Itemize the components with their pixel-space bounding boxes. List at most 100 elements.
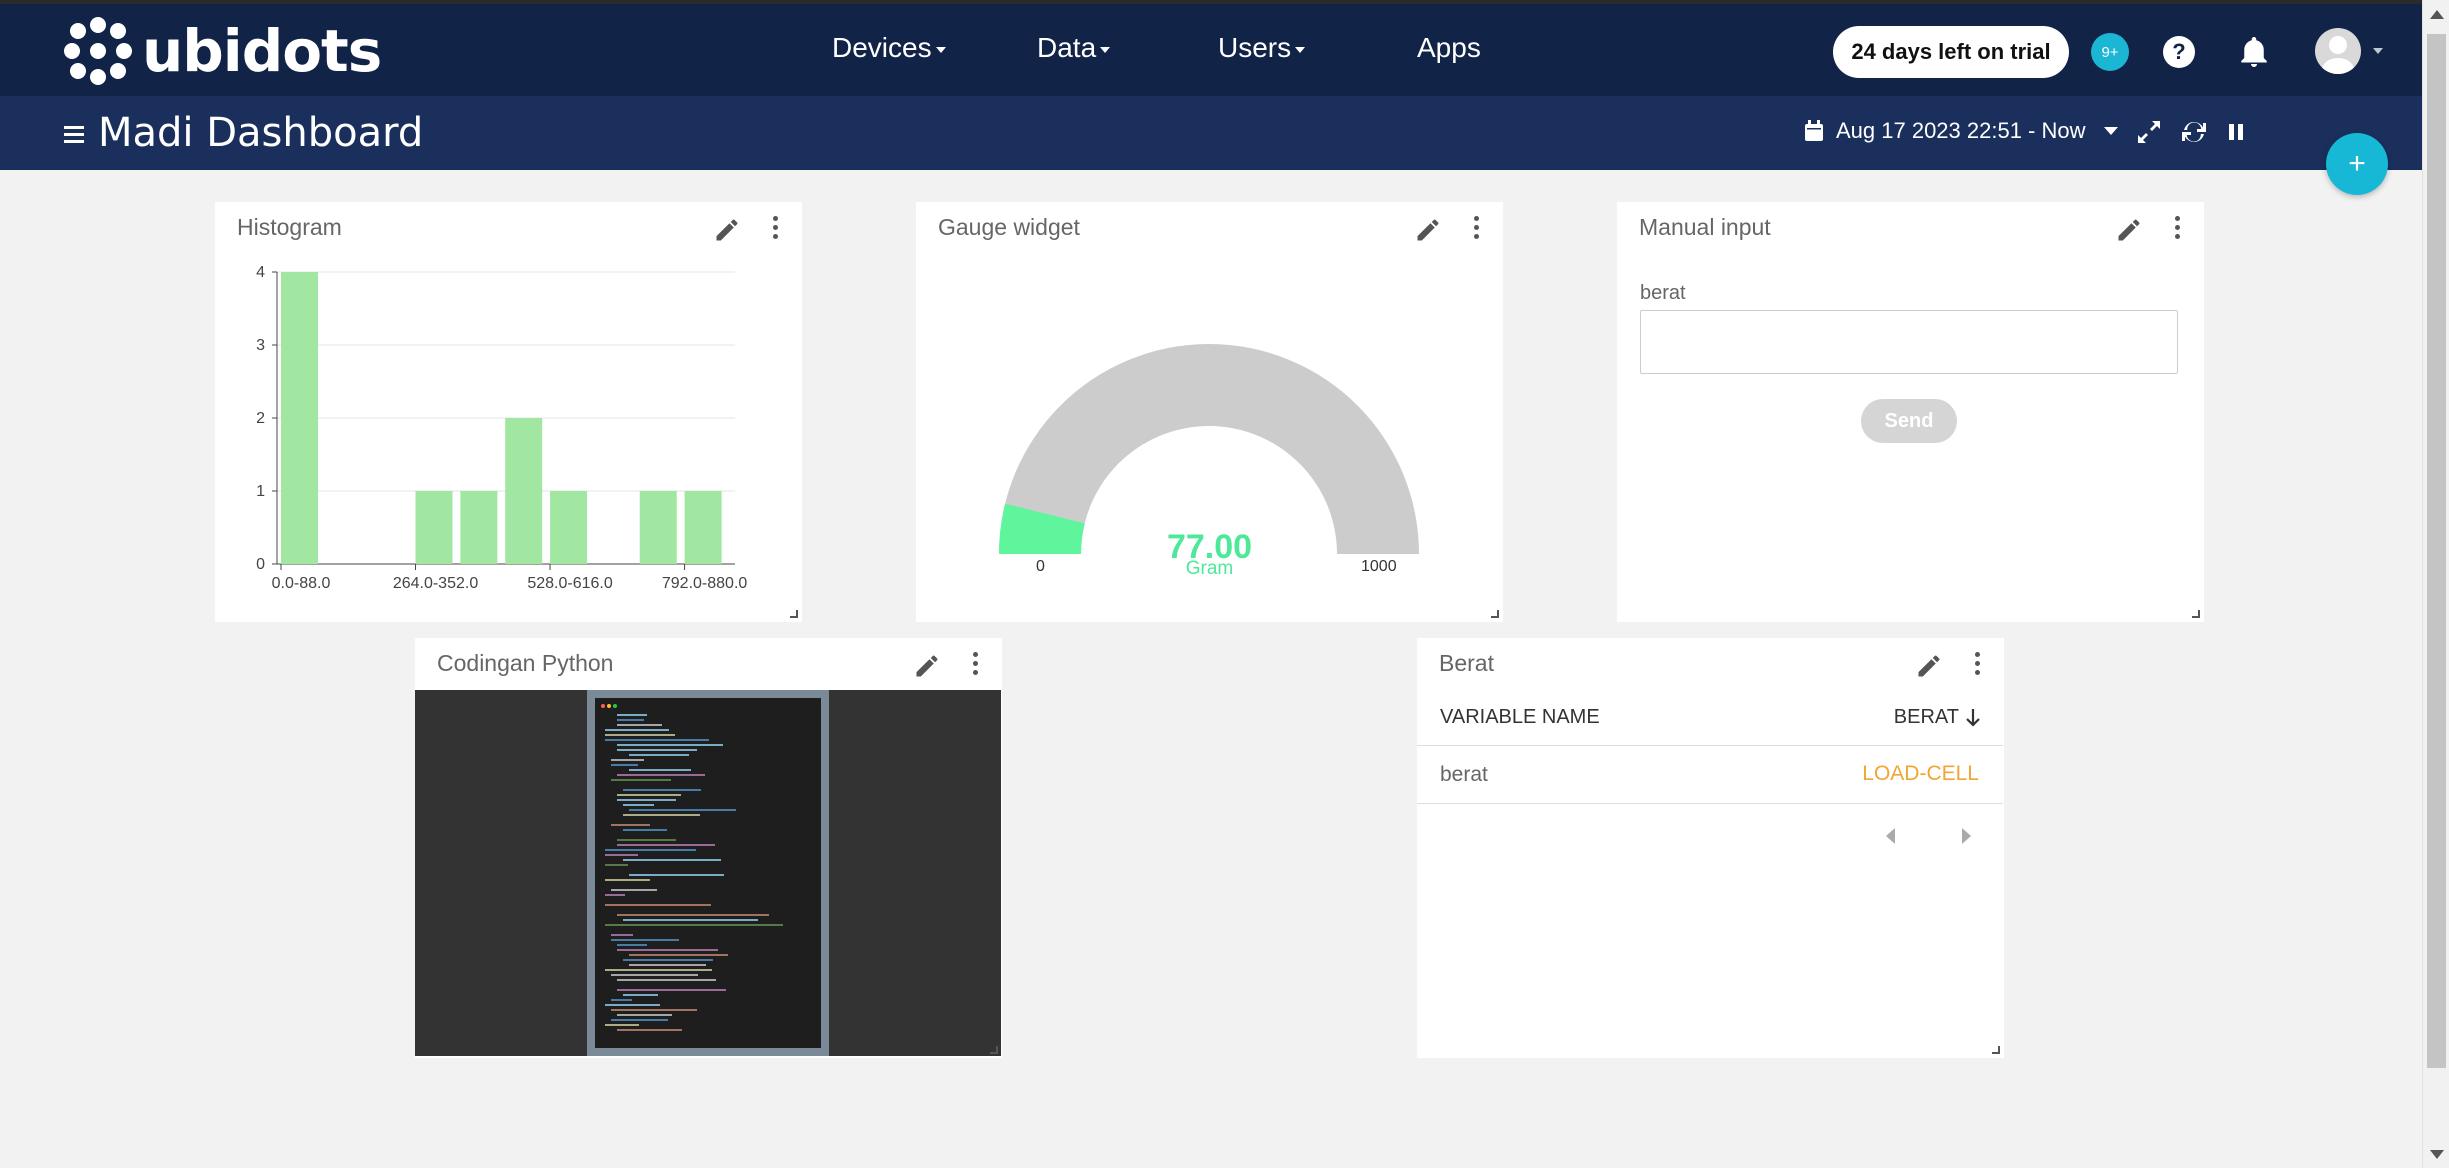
user-avatar[interactable] — [2315, 28, 2361, 74]
code-line — [617, 839, 676, 841]
nav-apps[interactable]: Apps — [1417, 32, 1481, 64]
column-header-variable-name[interactable]: VARIABLE NAME — [1440, 706, 1600, 729]
code-line — [629, 874, 724, 876]
more-vertical-icon[interactable] — [970, 652, 980, 680]
brand-name: ubidots — [142, 17, 382, 85]
pencil-icon[interactable] — [2115, 216, 2143, 244]
histogram-bar[interactable] — [550, 491, 588, 564]
next-page-icon[interactable] — [1962, 828, 1971, 844]
code-line — [611, 934, 633, 936]
dashboard-title[interactable]: Madi Dashboard — [98, 110, 423, 156]
histogram-bar[interactable] — [684, 491, 722, 564]
more-vertical-icon[interactable] — [2172, 216, 2182, 244]
chevron-down-icon[interactable] — [2373, 48, 2383, 54]
pencil-icon[interactable] — [1915, 652, 1943, 680]
resize-handle[interactable] — [2192, 610, 2200, 618]
histogram-bar[interactable] — [281, 272, 318, 564]
code-line — [605, 1024, 639, 1026]
code-line — [611, 764, 638, 766]
histogram-bar[interactable] — [460, 491, 498, 564]
code-line — [605, 924, 783, 926]
code-line — [617, 1029, 682, 1031]
send-button[interactable]: Send — [1861, 399, 1957, 443]
caret-down-icon — [2103, 127, 2118, 135]
column-header-berat[interactable]: BERAT — [1894, 706, 1981, 729]
input-label: berat — [1640, 282, 1686, 304]
code-line — [623, 789, 701, 791]
code-line — [623, 959, 713, 961]
row-variable-name: berat — [1440, 763, 1488, 786]
resize-handle[interactable] — [990, 1046, 998, 1054]
previous-page-icon[interactable] — [1886, 828, 1895, 844]
row-value-link[interactable]: LOAD-CELL — [1862, 762, 1979, 786]
table-header: VARIABLE NAME BERAT — [1417, 690, 2003, 746]
nav-data[interactable]: Data — [1037, 32, 1111, 64]
pencil-icon[interactable] — [913, 652, 941, 680]
histogram-chart: 0 1 2 3 4 0.0-88.0 264.0-352.0 528.0-616.0 792.0… — [256, 264, 747, 592]
code-line — [617, 979, 716, 981]
code-line — [617, 844, 715, 846]
y-tick-label: 2 — [256, 410, 265, 427]
y-tick-label: 4 — [256, 264, 265, 281]
code-line — [611, 759, 644, 761]
code-line — [605, 904, 711, 906]
y-tick-label: 0 — [256, 556, 265, 573]
table-widget: Berat VARIABLE NAME BERAT berat LOAD-CEL… — [1417, 638, 2004, 1058]
histogram-bar[interactable] — [639, 491, 677, 564]
chevron-down-icon — [935, 47, 946, 53]
histogram-bar[interactable] — [505, 418, 543, 564]
manual-input-widget: Manual input berat Send — [1617, 202, 2204, 622]
chevron-down-icon — [1295, 47, 1306, 53]
code-line — [605, 729, 669, 731]
scrollbar-thumb[interactable] — [2427, 34, 2446, 1068]
hamburger-menu-icon[interactable] — [64, 126, 84, 144]
expand-icon[interactable] — [2135, 118, 2163, 146]
gauge-widget: Gauge widget 77.00 Gram 0 1000 — [916, 202, 1503, 622]
nav-apps-label: Apps — [1417, 32, 1481, 63]
nav-users[interactable]: Users — [1218, 32, 1306, 64]
x-tick-label: 528.0-616.0 — [527, 575, 613, 592]
scroll-up-arrow-icon[interactable] — [2430, 10, 2444, 19]
code-line — [611, 1019, 668, 1021]
nav-devices[interactable]: Devices — [832, 32, 946, 64]
resize-handle[interactable] — [1992, 1046, 2000, 1054]
date-range-picker[interactable]: Aug 17 2023 22:51 - Now — [1804, 118, 2118, 144]
widget-title: Codingan Python — [437, 650, 614, 676]
code-line — [623, 919, 758, 921]
code-line — [605, 1004, 660, 1006]
bell-icon[interactable] — [2236, 34, 2272, 70]
more-vertical-icon[interactable] — [1972, 652, 1982, 680]
dashboard-header-bar: Madi Dashboard Aug 17 2023 22:51 - Now — [0, 96, 2422, 170]
window-control-dot — [607, 704, 611, 708]
code-image-widget: Codingan Python — [415, 638, 1002, 1058]
notification-count-badge[interactable]: 9+ — [2091, 33, 2129, 71]
resize-handle[interactable] — [790, 610, 798, 618]
resize-handle[interactable] — [1491, 610, 1499, 618]
scroll-down-arrow-icon[interactable] — [2430, 1150, 2444, 1159]
code-line — [605, 969, 712, 971]
pause-icon[interactable] — [2222, 118, 2250, 146]
code-screenshot-image — [415, 690, 1001, 1056]
code-line — [617, 719, 644, 721]
add-widget-button[interactable]: + — [2326, 133, 2388, 195]
code-line — [617, 914, 769, 916]
widget-title: Manual input — [1639, 214, 1771, 240]
code-line — [629, 954, 728, 956]
histogram-bar[interactable] — [415, 491, 453, 564]
berat-input-field[interactable] — [1640, 310, 2178, 374]
page-scrollbar[interactable] — [2422, 0, 2449, 1168]
table-row[interactable]: berat LOAD-CELL — [1417, 746, 2003, 804]
code-line — [617, 749, 697, 751]
brand-logo[interactable]: ubidots — [64, 17, 382, 85]
help-icon[interactable]: ? — [2163, 36, 2195, 68]
x-tick-label: 264.0-352.0 — [393, 575, 479, 592]
y-tick-label: 3 — [256, 337, 265, 354]
trial-button[interactable]: 24 days left on trial — [1833, 26, 2069, 78]
code-line — [617, 774, 705, 776]
code-line — [611, 939, 679, 941]
refresh-icon[interactable] — [2180, 118, 2208, 146]
code-line — [605, 734, 675, 736]
code-line — [611, 1009, 697, 1011]
code-line — [623, 859, 721, 861]
window-control-dot — [601, 704, 605, 708]
